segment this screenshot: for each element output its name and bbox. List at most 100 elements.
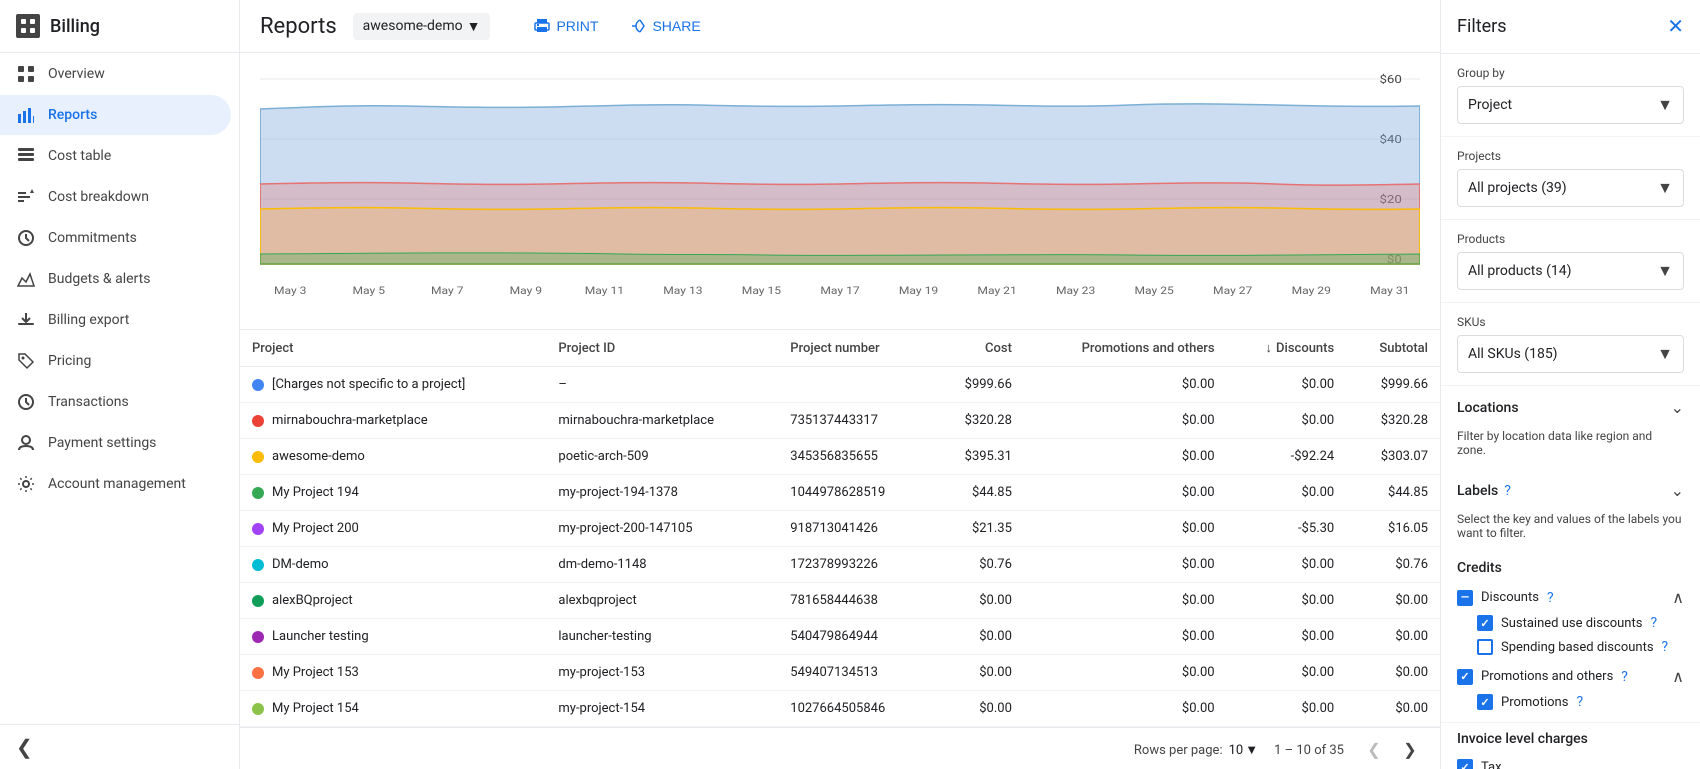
promotions-sub-checkbox[interactable]: ✓	[1477, 694, 1493, 710]
next-page-btn[interactable]: ❯	[1396, 736, 1424, 764]
tax-label: Tax	[1481, 760, 1502, 769]
sidebar-item-transactions[interactable]: Transactions	[0, 382, 231, 422]
labels-help-icon[interactable]: ?	[1504, 483, 1511, 499]
svg-text:$60: $60	[1379, 73, 1402, 86]
print-button[interactable]: PRINT	[526, 12, 606, 40]
cell-project-id: alexbqproject	[546, 583, 778, 619]
cell-promotions: $0.00	[1024, 511, 1227, 547]
credits-title: Credits	[1457, 560, 1684, 576]
cell-cost: $0.00	[932, 655, 1024, 691]
share-button[interactable]: SHARE	[622, 12, 708, 40]
table-row: My Project 154 my-project-154 1027664505…	[240, 691, 1440, 727]
project-name: awesome-demo	[363, 18, 463, 34]
commitments-icon	[16, 228, 36, 248]
projects-select[interactable]: All projects (39) ▼	[1457, 169, 1684, 207]
sidebar-item-overview[interactable]: Overview	[0, 54, 231, 94]
close-filters-btn[interactable]: ✕	[1667, 14, 1684, 39]
table-row: [Charges not specific to a project] – $9…	[240, 367, 1440, 403]
cell-project-number: 549407134513	[778, 655, 932, 691]
labels-toggle[interactable]: Labels ? ⌄	[1441, 469, 1700, 512]
project-color-dot	[252, 523, 264, 535]
group-by-select[interactable]: Project ▼	[1457, 86, 1684, 124]
labels-label: Labels	[1457, 483, 1498, 499]
cell-cost: $0.00	[932, 691, 1024, 727]
page-navigation: ❮ ❯	[1360, 736, 1424, 764]
billing-chart: $60 $40 $20 $0 May 3 May 5 May 7 May 9 M…	[260, 69, 1420, 309]
project-name: My Project 194	[272, 485, 359, 500]
cell-cost: $999.66	[932, 367, 1024, 403]
sidebar-item-commitments[interactable]: Commitments	[0, 218, 231, 258]
tax-checkbox[interactable]: ✓	[1457, 759, 1473, 769]
payment-settings-icon	[16, 433, 36, 453]
sidebar-item-payment-settings[interactable]: Payment settings	[0, 423, 231, 463]
project-selector[interactable]: awesome-demo ▼	[353, 13, 491, 40]
promotions-sub-help-icon[interactable]: ?	[1576, 694, 1583, 710]
labels-chevron: ⌄	[1671, 481, 1684, 500]
cell-subtotal: $0.00	[1346, 583, 1440, 619]
cell-discounts: -$92.24	[1227, 439, 1347, 475]
promotions-chevron: ∧	[1672, 667, 1684, 686]
cell-project: DM-demo	[240, 547, 546, 583]
discounts-checkbox[interactable]: —	[1457, 590, 1473, 606]
project-selector-chevron: ▼	[467, 18, 481, 35]
col-subtotal: Subtotal	[1346, 330, 1440, 367]
cell-cost: $21.35	[932, 511, 1024, 547]
locations-desc: Filter by location data like region and …	[1441, 429, 1700, 469]
main-header: Reports awesome-demo ▼ PRINT SHARE	[240, 0, 1440, 53]
project-name: My Project 153	[272, 665, 359, 680]
cell-project: My Project 153	[240, 655, 546, 691]
sidebar-item-cost-breakdown[interactable]: Cost breakdown	[0, 177, 231, 217]
locations-toggle[interactable]: Locations ⌄	[1441, 386, 1700, 429]
sidebar-item-budgets[interactable]: Budgets & alerts	[0, 259, 231, 299]
cell-subtotal: $0.00	[1346, 655, 1440, 691]
products-select[interactable]: All products (14) ▼	[1457, 252, 1684, 290]
rows-per-page-label: Rows per page:	[1134, 743, 1223, 758]
project-name: My Project 200	[272, 521, 359, 536]
table-row: My Project 153 my-project-153 5494071345…	[240, 655, 1440, 691]
sidebar-item-pricing[interactable]: Pricing	[0, 341, 231, 381]
project-color-dot	[252, 415, 264, 427]
sidebar-item-reports[interactable]: Reports	[0, 95, 231, 135]
col-project-number: Project number	[778, 330, 932, 367]
promotions-sub-row: ✓ Promotions ?	[1457, 690, 1684, 714]
cell-subtotal: $0.00	[1346, 619, 1440, 655]
labels-desc: Select the key and values of the labels …	[1441, 512, 1700, 552]
cell-project: Launcher testing	[240, 619, 546, 655]
sort-down-icon: ↓	[1266, 341, 1273, 356]
spending-based-checkbox[interactable]	[1477, 639, 1493, 655]
cell-project-number: 1027664505846	[778, 691, 932, 727]
sidebar-item-label: Cost breakdown	[48, 189, 149, 205]
skus-select[interactable]: All SKUs (185) ▼	[1457, 335, 1684, 373]
sidebar-collapse-btn[interactable]: ❮	[0, 724, 239, 769]
cell-promotions: $0.00	[1024, 655, 1227, 691]
sustained-use-checkbox[interactable]: ✓	[1477, 615, 1493, 631]
filters-header: Filters ✕	[1441, 0, 1700, 54]
promotions-help-icon[interactable]: ?	[1621, 669, 1628, 685]
sidebar-item-billing-export[interactable]: Billing export	[0, 300, 231, 340]
main-scrollable: $60 $40 $20 $0 May 3 May 5 May 7 May 9 M…	[240, 53, 1440, 769]
table-header-row: Project Project ID Project number Cost P…	[240, 330, 1440, 367]
invoice-level-label: Invoice level charges	[1457, 731, 1684, 747]
sustained-use-help-icon[interactable]: ?	[1650, 615, 1657, 631]
prev-page-btn[interactable]: ❮	[1360, 736, 1388, 764]
cell-discounts: $0.00	[1227, 583, 1347, 619]
group-by-chevron: ▼	[1657, 95, 1673, 115]
cell-subtotal: $44.85	[1346, 475, 1440, 511]
col-discounts: ↓Discounts	[1227, 330, 1347, 367]
sidebar-item-cost-table[interactable]: Cost table	[0, 136, 231, 176]
cell-project: My Project 154	[240, 691, 546, 727]
page-range: 1 – 10 of 35	[1274, 743, 1344, 758]
project-color-dot	[252, 631, 264, 643]
sidebar-item-label: Reports	[48, 107, 97, 123]
budgets-icon	[16, 269, 36, 289]
promotions-checkbox[interactable]: ✓	[1457, 669, 1473, 685]
rows-per-page-select[interactable]: 10 ▼	[1229, 742, 1259, 758]
sidebar-item-label: Overview	[48, 66, 105, 82]
cell-project-id: –	[546, 367, 778, 403]
table-row: Launcher testing launcher-testing 540479…	[240, 619, 1440, 655]
discounts-help-icon[interactable]: ?	[1547, 590, 1554, 606]
sidebar-item-account-mgmt[interactable]: Account management	[0, 464, 231, 504]
spending-based-help-icon[interactable]: ?	[1662, 639, 1669, 655]
cell-discounts: $0.00	[1227, 403, 1347, 439]
project-color-dot	[252, 703, 264, 715]
